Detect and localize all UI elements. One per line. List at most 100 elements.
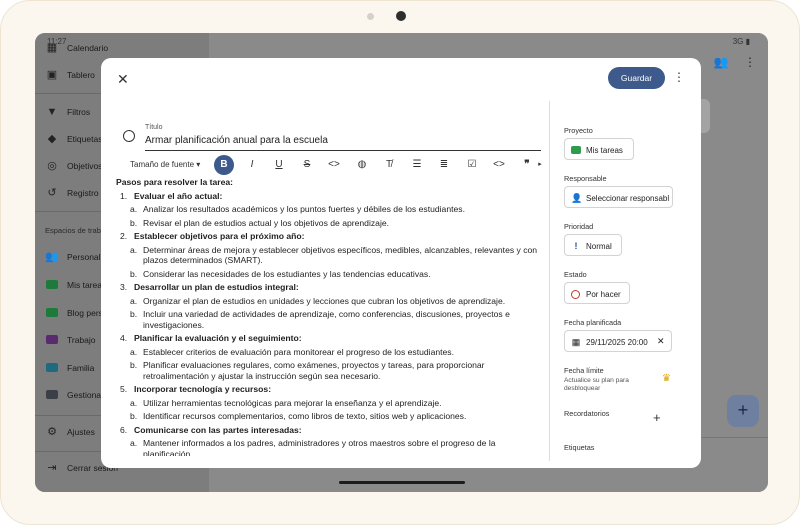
network-label: 3G [732,37,744,46]
sub-letter: b. [130,360,138,370]
close-icon[interactable]: ✕ [117,71,129,88]
folder-icon [45,333,59,347]
task-dialog: ✕ Guardar ⋮ Título Armar planificación a… [101,58,701,468]
sidebar-item-label: Registro d [67,188,106,198]
project-label: Proyecto [564,126,593,135]
description-heading: Pasos para resolver la tarea: [116,177,234,187]
sidebar-section-label: Espacios de trab [45,226,101,235]
target-icon: ◎ [47,160,57,172]
sidebar-item-label: Filtros [67,107,91,117]
status-value: Por hacer [586,289,621,299]
palette-icon[interactable]: ◍ [352,156,372,174]
ordered-list-icon[interactable]: ☰ [407,156,427,174]
assignee-value: Seleccionar responsable [586,193,669,203]
sub-text: Determinar áreas de mejora y establecer … [143,244,538,266]
code-icon[interactable]: <> [324,156,344,174]
step-title: Comunicarse con las partes interesadas: [134,424,302,435]
sidebar-item-label: Etiquetas [67,134,103,144]
due-date-subtext: Actualice su plan para desbloquear [564,377,629,392]
planned-date-chip[interactable]: ▦ 29/11/2025 20:00 ✕ [564,330,672,352]
due-date-label: Fecha límite [564,366,604,375]
sub-letter: b. [130,411,138,421]
bullet-list-icon[interactable]: ≣ [434,156,454,174]
sidebar-item-label: Tablero [67,70,95,80]
save-button[interactable]: Guardar [608,67,665,89]
list-item: a. Determinar áreas de mejora y establece… [116,245,544,266]
history-icon: ↺ [47,187,57,199]
front-camera [396,11,406,21]
crown-icon[interactable]: ♛ [662,373,671,384]
list-item: 1. Evaluar el año actual: [116,191,544,202]
sub-letter: a. [130,397,138,408]
sub-letter: a. [130,438,138,448]
add-reminder-icon[interactable]: + [653,410,661,425]
list-item: a. Analizar los resultados académicos y l… [116,204,544,215]
calendar-icon: ▦ [571,337,581,347]
bold-button[interactable]: B [214,155,234,175]
tablet-frame: ▦ Calendario ▣ Tablero ▼ Filtros ◆ Etiqu… [0,0,800,525]
admin-folder-icon [45,388,59,402]
clear-format-icon[interactable]: T̸ [379,156,399,174]
add-task-fab[interactable]: + [727,395,759,427]
battery-icon: ▮ [745,37,750,46]
more-vert-icon[interactable]: ⋮ [673,70,685,84]
filter-icon: ▼ [46,106,58,118]
step-title: Incorporar tecnología y recursos: [134,384,272,394]
list-item: 2. Establecer objetivos para el próximo a… [116,231,544,242]
status-bar: 11:27 3G ▮ [35,33,768,49]
sub-text: Organizar el plan de estudios en unidade… [143,295,506,306]
font-size-select[interactable]: Tamaño de fuente ▾ [130,160,200,169]
list-item: 6. Comunicarse con las partes interesadas… [116,425,544,436]
format-toolbar: Tamaño de fuente ▾ B I U S <> ◍ T̸ ☰ ≣ ☑… [116,154,544,176]
step-title: Evaluar el año actual: [134,190,223,201]
code-block-icon[interactable]: <> [489,156,509,174]
complete-checkbox[interactable] [123,130,135,142]
step-title: Desarrollar un plan de estudios integral… [134,282,299,292]
sidebar-item-label: Familia [67,363,95,373]
list-item: 4. Planificar la evaluación y el seguimie… [116,333,544,344]
title-input[interactable]: Armar planificación anual para la escuel… [145,135,328,146]
reminders-label: Recordatorios [564,409,610,418]
board-icon: ▣ [46,69,58,81]
step-number: 2. [120,231,128,241]
status-circle-icon [571,289,580,299]
list-item: b. Planificar evaluaciones regulares, com… [116,360,544,381]
chevron-right-icon[interactable]: ▸ [536,156,544,174]
checklist-icon[interactable]: ☑ [462,156,482,174]
step-number: 6. [120,424,128,435]
sensor-dot [367,13,374,20]
panel-divider [549,101,550,461]
status-time: 11:27 [47,37,67,46]
list-item: 3. Desarrollar un plan de estudios integr… [116,282,544,293]
status-label: Estado [564,270,587,279]
exclamation-icon: ! [574,241,578,251]
priority-chip[interactable]: ! Normal [564,234,622,256]
sidebar-item-label: Gestiona [67,390,102,400]
title-label: Título [145,124,163,131]
strikethrough-button[interactable]: S [297,156,317,174]
sub-letter: a. [130,204,138,214]
priority-value: Normal [586,241,612,251]
status-chip[interactable]: Por hacer [564,282,630,304]
step-title: Planificar la evaluación y el seguimient… [134,333,302,343]
task-description[interactable]: Pasos para resolver la tarea: 1. Evaluar … [116,176,544,456]
sub-text: Planificar evaluaciones regulares, como … [143,360,485,381]
people-icon[interactable]: 👥 [714,55,729,69]
step-number: 4. [120,333,128,343]
italic-button[interactable]: I [242,156,262,174]
assignee-chip[interactable]: 👤 Seleccionar responsable [564,186,673,208]
underline-button[interactable]: U [269,156,289,174]
folder-icon [45,278,59,292]
quote-icon[interactable]: ❞ [517,156,537,174]
sidebar-item-label: Blog pers [67,308,103,318]
status-right: 3G ▮ [733,37,750,46]
clear-date-icon[interactable]: ✕ [657,336,665,347]
sidebar-item-label: Personal [67,252,101,262]
sub-text: Establecer criterios de evaluación para … [143,346,454,357]
sub-letter: a. [130,346,138,357]
project-chip[interactable]: Mis tareas [564,138,634,160]
list-item: a. Organizar el plan de estudios en unida… [116,296,544,307]
gesture-bar [339,481,465,484]
more-vert-icon[interactable]: ⋮ [744,55,756,69]
font-size-label: Tamaño de fuente [130,160,195,169]
